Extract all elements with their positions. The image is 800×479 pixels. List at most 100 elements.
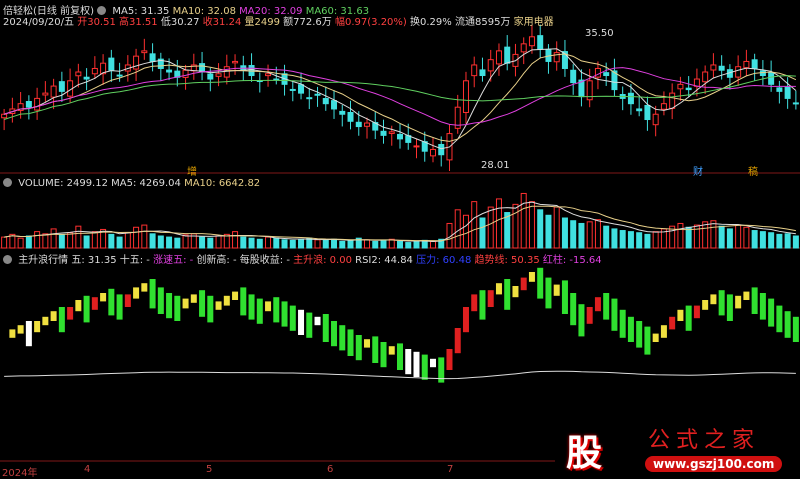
volume-bar <box>726 228 733 249</box>
candle <box>660 103 667 110</box>
volume-bar <box>471 201 478 249</box>
indicator-bar <box>520 277 527 291</box>
axis-label: 5 <box>206 464 213 475</box>
volume-bar <box>636 232 643 249</box>
candle <box>42 92 49 96</box>
candle <box>25 101 32 108</box>
indicator-bar <box>17 325 24 334</box>
volume-bar <box>42 233 49 249</box>
indicator-bar <box>479 290 486 320</box>
volume-bar <box>166 236 173 249</box>
volume-bar <box>768 232 775 249</box>
indicator-bar <box>487 290 494 307</box>
indicator-bar <box>25 321 32 347</box>
chart-canvas <box>0 24 800 462</box>
event-marker[interactable]: 增 <box>187 163 197 178</box>
candle <box>438 143 445 156</box>
volume-bar <box>759 231 766 249</box>
candle <box>34 97 41 111</box>
candle <box>364 122 371 127</box>
indicator-bar <box>792 316 799 342</box>
candle <box>75 71 82 77</box>
indicator-bar <box>174 295 181 321</box>
candle <box>594 67 601 78</box>
volume-bar <box>199 236 206 249</box>
indicator-bar <box>528 272 535 282</box>
fifteen: 十五: - <box>119 255 150 266</box>
indicator-bar <box>454 328 461 354</box>
collapse-icon[interactable] <box>3 178 12 187</box>
indicator-bar <box>141 283 148 292</box>
indicator-bar <box>100 293 107 302</box>
indicator-bar <box>768 298 775 327</box>
event-marker[interactable]: 稿 <box>748 163 758 178</box>
indicator-bar <box>58 307 65 333</box>
indicator-bar <box>372 336 379 363</box>
candle <box>743 60 750 69</box>
candle <box>702 71 709 83</box>
indicator-bar <box>232 291 239 300</box>
volume-bar <box>240 236 247 249</box>
indicator-bar <box>322 314 329 342</box>
volume-bar <box>397 240 403 249</box>
candle <box>603 72 610 77</box>
candle <box>487 59 494 72</box>
collapse-icon[interactable] <box>3 255 12 264</box>
open: 开30.51 <box>77 17 116 28</box>
indicator-bar <box>157 287 164 314</box>
indicator-bar <box>355 335 362 361</box>
volume-bar <box>495 198 502 249</box>
volume-bar <box>380 239 387 249</box>
indicator-bar <box>784 311 791 338</box>
volume-bar <box>17 237 24 249</box>
indicator-bar <box>91 297 98 310</box>
volume-bar <box>108 233 115 249</box>
high: 高31.51 <box>119 17 158 28</box>
candle <box>149 53 156 62</box>
indicator-bar <box>652 333 659 342</box>
volume-bar <box>273 237 280 249</box>
indicator-bar <box>627 316 634 342</box>
indicator-bar <box>256 298 263 324</box>
indicator-bar <box>42 316 49 326</box>
candle <box>644 104 651 121</box>
volume-bar <box>1 236 8 249</box>
volume-bar <box>784 233 791 249</box>
volume-bar <box>545 214 552 249</box>
volume-bar <box>619 230 626 249</box>
volume-bar <box>792 235 799 249</box>
logo-url: www.gszj100.com <box>645 456 783 472</box>
indicator-bar <box>289 305 296 331</box>
volume-bar <box>281 239 288 249</box>
indicator-bar <box>265 301 272 312</box>
volume-bar <box>512 203 519 249</box>
candle <box>751 59 758 69</box>
indicator-bar <box>240 287 247 316</box>
candle <box>265 73 272 77</box>
finance-marker[interactable]: 财 <box>693 163 703 178</box>
candle <box>504 46 511 64</box>
indicator-bar <box>495 283 502 295</box>
volume-bar <box>594 219 601 249</box>
candle <box>397 133 403 140</box>
turnover: 换0.29% <box>410 17 452 28</box>
candle <box>669 92 676 109</box>
candle <box>388 131 395 134</box>
candle <box>768 72 775 85</box>
candle <box>1 113 8 119</box>
new-high: 创新高: - <box>196 255 237 266</box>
indicator-bar <box>512 286 519 298</box>
candle <box>792 102 799 105</box>
candle <box>133 55 140 70</box>
volume-bar <box>429 240 436 249</box>
indicator-bar <box>331 321 338 347</box>
eps: 每股收益: - <box>239 255 290 266</box>
volume-ma10: MA10: 6642.82 <box>184 178 261 189</box>
volume-bar <box>743 226 750 249</box>
volume-bar <box>91 231 98 249</box>
candle <box>528 36 535 47</box>
candle <box>207 73 214 80</box>
indicator-bar <box>281 301 288 327</box>
indicator-bar <box>9 329 16 338</box>
watermark-logo: 股 公式之家 www.gszj100.com <box>560 418 800 476</box>
